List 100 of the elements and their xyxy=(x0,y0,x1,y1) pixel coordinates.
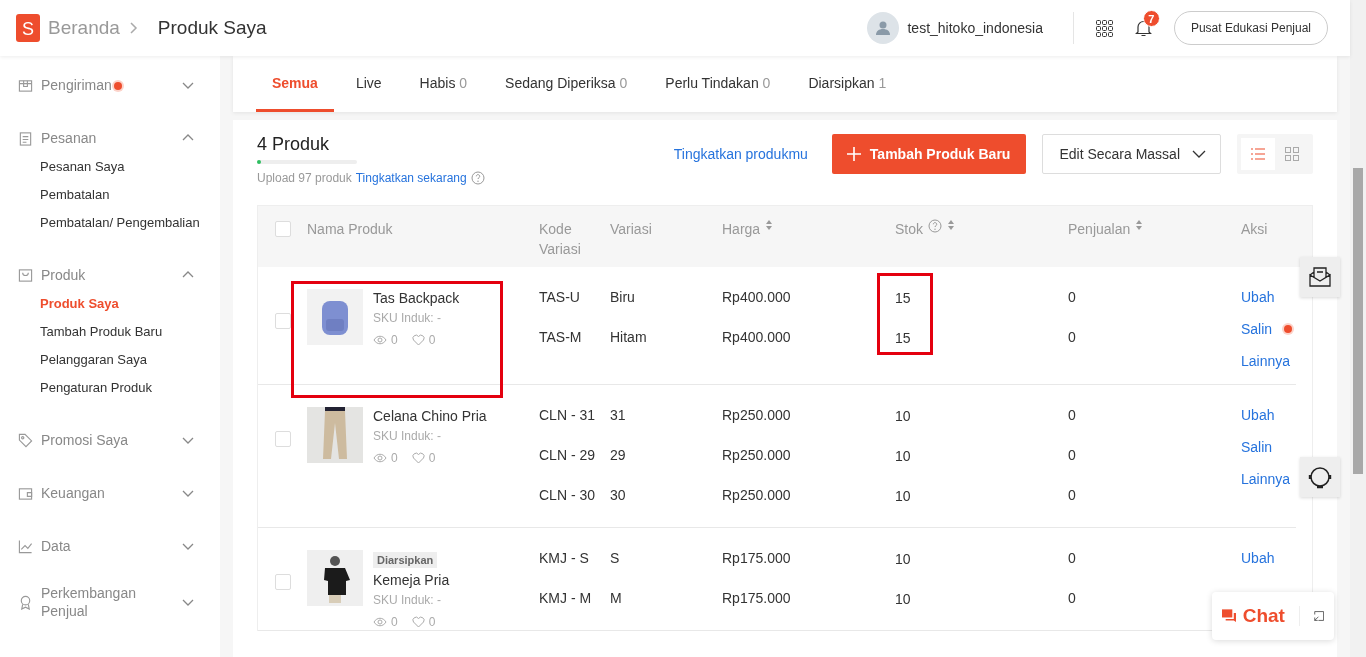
sidebar-section[interactable]: Produk xyxy=(41,266,181,284)
column-header: Variasi xyxy=(610,220,652,239)
eye-icon xyxy=(373,453,387,463)
row-checkbox[interactable] xyxy=(275,313,291,329)
seller-education-button[interactable]: Pusat Edukasi Penjual xyxy=(1173,11,1328,45)
shop-bag-logo[interactable]: S xyxy=(16,14,40,42)
action-link[interactable]: Lainnya xyxy=(1241,353,1291,369)
column-header: Stok xyxy=(895,220,923,239)
variant-name: 30 xyxy=(610,487,626,503)
variant-code: CLN - 30 xyxy=(539,487,596,503)
sales: 0 xyxy=(1068,329,1076,345)
price: Rp250.000 xyxy=(722,407,791,423)
upload-limit-text: Upload 97 produk xyxy=(257,171,352,185)
sidebar-item[interactable]: Pelanggaran Saya xyxy=(18,346,204,374)
sales: 0 xyxy=(1068,407,1076,423)
sales: 0 xyxy=(1068,550,1076,566)
stock: 15 xyxy=(895,330,911,346)
sidebar-item[interactable]: Pesanan Saya xyxy=(18,153,204,181)
tab[interactable]: Diarsipkan 1 xyxy=(792,56,903,112)
add-product-button[interactable]: Tambah Produk Baru xyxy=(831,134,1027,174)
row-checkbox[interactable] xyxy=(275,431,291,447)
like-count: 0 xyxy=(428,451,436,465)
like-count: 0 xyxy=(428,333,436,347)
expand-icon[interactable] xyxy=(1313,609,1324,623)
chat-widget[interactable]: Chat xyxy=(1212,592,1334,640)
sidebar-section[interactable]: Pesanan xyxy=(41,129,181,147)
tab[interactable]: Habis 0 xyxy=(403,56,484,112)
variant-name: Hitam xyxy=(610,329,647,345)
sidebar-section[interactable]: Pengiriman xyxy=(41,76,181,94)
product-name[interactable]: Celana Chino Pria xyxy=(373,408,487,424)
help-icon[interactable] xyxy=(470,171,485,185)
action-link[interactable]: Ubah xyxy=(1241,407,1275,423)
variant-name: 31 xyxy=(610,407,626,423)
column-header: Penjualan xyxy=(1068,220,1131,239)
archived-tag: Diarsipkan xyxy=(373,552,438,568)
sort-icon[interactable] xyxy=(765,219,774,231)
product-name[interactable]: Tas Backpack xyxy=(373,290,460,306)
action-link[interactable]: Lainnya xyxy=(1241,471,1291,487)
upgrade-link[interactable]: Tingkatkan sekarang xyxy=(355,171,467,185)
breadcrumb-link[interactable]: Beranda xyxy=(48,17,120,39)
action-link[interactable]: Salin xyxy=(1241,439,1273,455)
help-icon[interactable] xyxy=(928,219,942,233)
line-chart-icon xyxy=(18,538,33,554)
parent-sku: SKU Induk: - xyxy=(373,429,443,443)
bulk-edit-dropdown[interactable]: Edit Secara Massal xyxy=(1042,134,1221,174)
heart-icon xyxy=(411,616,425,628)
apps-grid-icon[interactable] xyxy=(1095,19,1113,37)
avatar-icon[interactable] xyxy=(867,12,900,44)
select-all-checkbox[interactable] xyxy=(275,221,291,237)
action-link[interactable]: Ubah xyxy=(1241,289,1275,305)
tag-icon xyxy=(18,432,33,448)
product-name[interactable]: Kemeja Pria xyxy=(373,572,450,588)
shirt-photo xyxy=(307,550,363,606)
username[interactable]: test_hitoko_indonesia xyxy=(907,20,1043,36)
eye-icon xyxy=(373,617,387,627)
tab[interactable]: Semua xyxy=(256,56,334,112)
pants-photo xyxy=(307,407,363,463)
sort-icon[interactable] xyxy=(1135,219,1144,231)
sidebar-item[interactable]: Produk Saya xyxy=(18,290,204,318)
inbox-mail-icon[interactable] xyxy=(1300,257,1340,297)
column-header: Kode Variasi xyxy=(539,220,582,259)
tab[interactable]: Live xyxy=(339,56,398,112)
notification-count: 7 xyxy=(1142,10,1160,27)
action-link[interactable]: Salin xyxy=(1241,321,1293,337)
product-count-title: 4 Produk xyxy=(257,134,331,155)
chevron-icon xyxy=(127,21,138,35)
sidebar-item[interactable]: Pembatalan/ Pengembalian xyxy=(18,209,204,237)
action-link[interactable]: Ubah xyxy=(1241,550,1275,566)
sidebar-item[interactable]: Pembatalan xyxy=(18,181,204,209)
variant-name: S xyxy=(610,550,620,566)
box-icon xyxy=(18,77,33,93)
tab[interactable]: Perlu Tindakan 0 xyxy=(649,56,787,112)
tab[interactable]: Sedang Diperiksa 0 xyxy=(489,56,644,112)
stock: 10 xyxy=(895,591,911,607)
sales: 0 xyxy=(1068,447,1076,463)
row-checkbox[interactable] xyxy=(275,574,291,590)
sort-icon[interactable] xyxy=(947,219,955,231)
chat-bubbles-icon xyxy=(1222,607,1237,625)
column-header: Harga xyxy=(722,220,761,239)
sidebar-section[interactable]: Promosi Saya xyxy=(41,431,181,449)
parent-sku: SKU Induk: - xyxy=(373,593,443,607)
list-view-icon[interactable] xyxy=(1241,138,1275,170)
sidebar-item[interactable]: Tambah Produk Baru xyxy=(18,318,204,346)
sidebar-section[interactable]: Data xyxy=(41,537,181,555)
variant-name: M xyxy=(610,590,622,606)
sales: 0 xyxy=(1068,487,1076,503)
heart-icon xyxy=(411,452,425,464)
variant-code: TAS-M xyxy=(539,329,582,345)
stock: 10 xyxy=(895,551,911,567)
sidebar-section[interactable]: Perkembangan Penjual xyxy=(41,584,181,620)
scrollbar[interactable] xyxy=(1350,0,1366,657)
view-count: 0 xyxy=(391,615,398,629)
improve-products-link[interactable]: Tingkatkan produkmu xyxy=(673,146,808,162)
variant-code: CLN - 29 xyxy=(539,447,596,463)
sidebar-item[interactable]: Pengaturan Produk xyxy=(18,374,204,402)
clipboard-icon xyxy=(18,130,33,146)
eye-icon xyxy=(373,335,387,345)
headset-icon[interactable] xyxy=(1300,457,1340,497)
price: Rp400.000 xyxy=(722,289,791,305)
sidebar-section[interactable]: Keuangan xyxy=(41,484,181,502)
